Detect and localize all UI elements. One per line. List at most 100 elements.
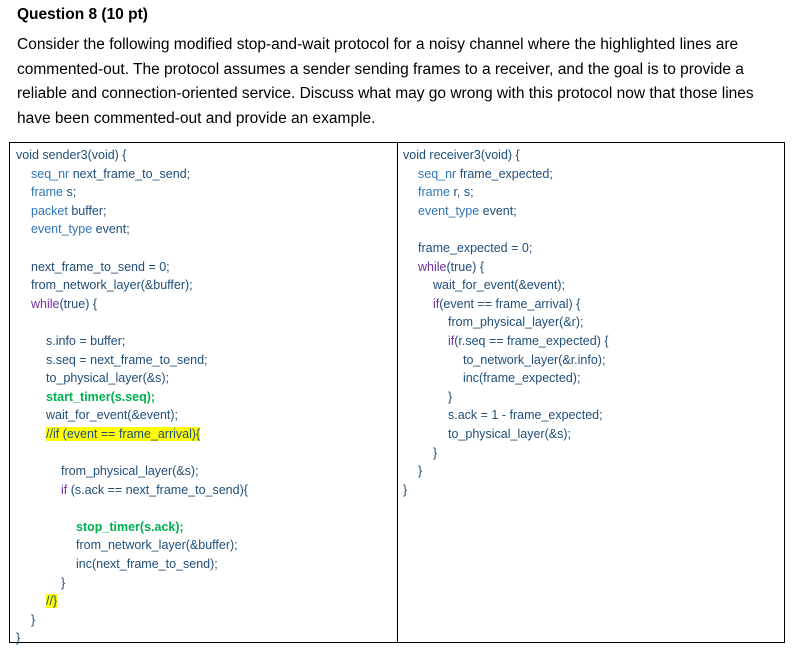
code-token: } xyxy=(448,389,453,404)
code-token: from_physical_layer(&s); xyxy=(61,464,199,479)
code-token: next_frame_to_send = 0; xyxy=(31,259,170,274)
code-token: wait_for_event(&event); xyxy=(46,408,179,423)
code-token: void receiver3(void) { xyxy=(403,148,520,162)
code-token: (true) { xyxy=(59,296,98,311)
code-token: s.ack = 1 - frame_expected; xyxy=(448,408,603,423)
code-line: to_physical_layer(&s); xyxy=(16,369,248,388)
code-line: from_physical_layer(&r); xyxy=(403,313,609,332)
code-token: to_physical_layer(&s); xyxy=(46,371,169,386)
question-line: commented-out. The protocol assumes a se… xyxy=(17,60,744,78)
code-line: wait_for_event(&event); xyxy=(403,276,609,295)
code-token: } xyxy=(61,575,66,590)
code-token: s.seq = next_frame_to_send; xyxy=(46,352,208,367)
code-token: from_network_layer(&buffer); xyxy=(76,538,238,553)
question-line: Consider the following modified stop-and… xyxy=(17,36,739,53)
code-token: while xyxy=(31,296,60,311)
code-token: } xyxy=(403,482,408,497)
code-line: s.ack = 1 - frame_expected; xyxy=(403,406,609,425)
code-line: void sender3(void) { xyxy=(16,146,248,165)
code-line: from_network_layer(&buffer); xyxy=(16,536,248,555)
code-token: event_type xyxy=(31,222,96,237)
code-token: stop_timer(s.ack); xyxy=(76,519,184,534)
code-token: from_physical_layer(&r); xyxy=(448,315,584,330)
code-token: frame_expected = 0; xyxy=(418,240,533,255)
code-line: while(true) { xyxy=(16,295,248,314)
code-token: //if (event == frame_arrival){ xyxy=(46,426,201,441)
code-token: start_timer(s.seq); xyxy=(46,389,156,404)
code-line: event_type event; xyxy=(403,202,609,221)
code-token: wait_for_event(&event); xyxy=(433,278,566,293)
code-token: r, s; xyxy=(453,185,474,200)
code-line: } xyxy=(403,481,609,500)
column-divider xyxy=(397,143,398,642)
code-line: while(true) { xyxy=(403,258,609,277)
code-token: s; xyxy=(66,185,77,200)
code-line: s.seq = next_frame_to_send; xyxy=(16,351,248,370)
code-line: if(r.seq == frame_expected) { xyxy=(403,332,609,351)
code-line: seq_nr frame_expected; xyxy=(403,165,609,184)
code-token: event_type xyxy=(418,203,483,218)
code-line: frame r, s; xyxy=(403,183,609,202)
code-token: to_network_layer(&r.info); xyxy=(463,352,606,367)
sender-code-block: void sender3(void) { seq_nr next_frame_to… xyxy=(16,146,248,648)
code-token: seq_nr xyxy=(418,166,460,181)
code-line: seq_nr next_frame_to_send; xyxy=(16,165,248,184)
code-token: inc(frame_expected); xyxy=(463,371,581,386)
code-line: frame_expected = 0; xyxy=(403,239,609,258)
question-title: Question 8 (10 pt) xyxy=(17,6,148,23)
code-line: from_network_layer(&buffer); xyxy=(16,276,248,295)
code-line: stop_timer(s.ack); xyxy=(16,518,248,537)
code-line: frame s; xyxy=(16,183,248,202)
code-line: next_frame_to_send = 0; xyxy=(16,258,248,277)
code-line: event_type event; xyxy=(16,220,248,239)
code-line: } xyxy=(16,611,248,630)
code-token: seq_nr xyxy=(31,166,73,181)
code-line: if(event == frame_arrival) { xyxy=(403,295,609,314)
code-table: void sender3(void) { seq_nr next_frame_to… xyxy=(9,142,785,645)
code-line: } xyxy=(403,462,609,481)
code-token: frame xyxy=(418,185,454,200)
code-line: } xyxy=(16,629,248,648)
question-line: reliable and connection-oriented service… xyxy=(17,85,754,102)
code-line: inc(frame_expected); xyxy=(403,369,609,388)
code-line: inc(next_frame_to_send); xyxy=(16,555,248,574)
code-line: to_physical_layer(&s); xyxy=(403,425,609,444)
code-token: event; xyxy=(95,222,130,237)
code-line: } xyxy=(403,444,609,463)
receiver-code-block: void receiver3(void) { seq_nr frame_expec… xyxy=(403,146,609,499)
code-token: } xyxy=(16,631,21,646)
code-token: from_network_layer(&buffer); xyxy=(31,278,193,293)
code-line: if (s.ack == next_frame_to_send){ xyxy=(16,481,248,500)
code-token: to_physical_layer(&s); xyxy=(448,426,571,441)
code-line: from_physical_layer(&s); xyxy=(16,462,248,481)
code-token: if xyxy=(61,482,71,497)
code-line: } xyxy=(403,388,609,407)
code-token: (true) { xyxy=(446,259,485,274)
code-line: void receiver3(void) { xyxy=(403,146,609,165)
question-body: Consider the following modified stop-and… xyxy=(17,33,792,131)
code-token: inc(next_frame_to_send); xyxy=(76,557,218,572)
code-line: to_network_layer(&r.info); xyxy=(403,351,609,370)
code-token: (r.seq == frame_expected) { xyxy=(454,333,609,348)
code-token: s.info = buffer; xyxy=(46,333,126,348)
code-token: //} xyxy=(46,594,58,609)
code-line: } xyxy=(16,574,248,593)
code-line: packet buffer; xyxy=(16,202,248,221)
code-token: event; xyxy=(482,203,517,218)
code-token: (event == frame_arrival) { xyxy=(439,296,581,311)
code-token: next_frame_to_send; xyxy=(72,166,191,181)
code-token: } xyxy=(31,612,36,627)
code-token: packet xyxy=(31,203,72,218)
code-token: void sender3(void) { xyxy=(16,148,127,162)
code-token: buffer; xyxy=(71,203,107,218)
code-line: s.info = buffer; xyxy=(16,332,248,351)
code-line: //if (event == frame_arrival){ xyxy=(16,425,248,444)
code-token: } xyxy=(433,445,438,460)
code-line: wait_for_event(&event); xyxy=(16,406,248,425)
code-token: (s.ack == next_frame_to_send){ xyxy=(70,482,248,497)
